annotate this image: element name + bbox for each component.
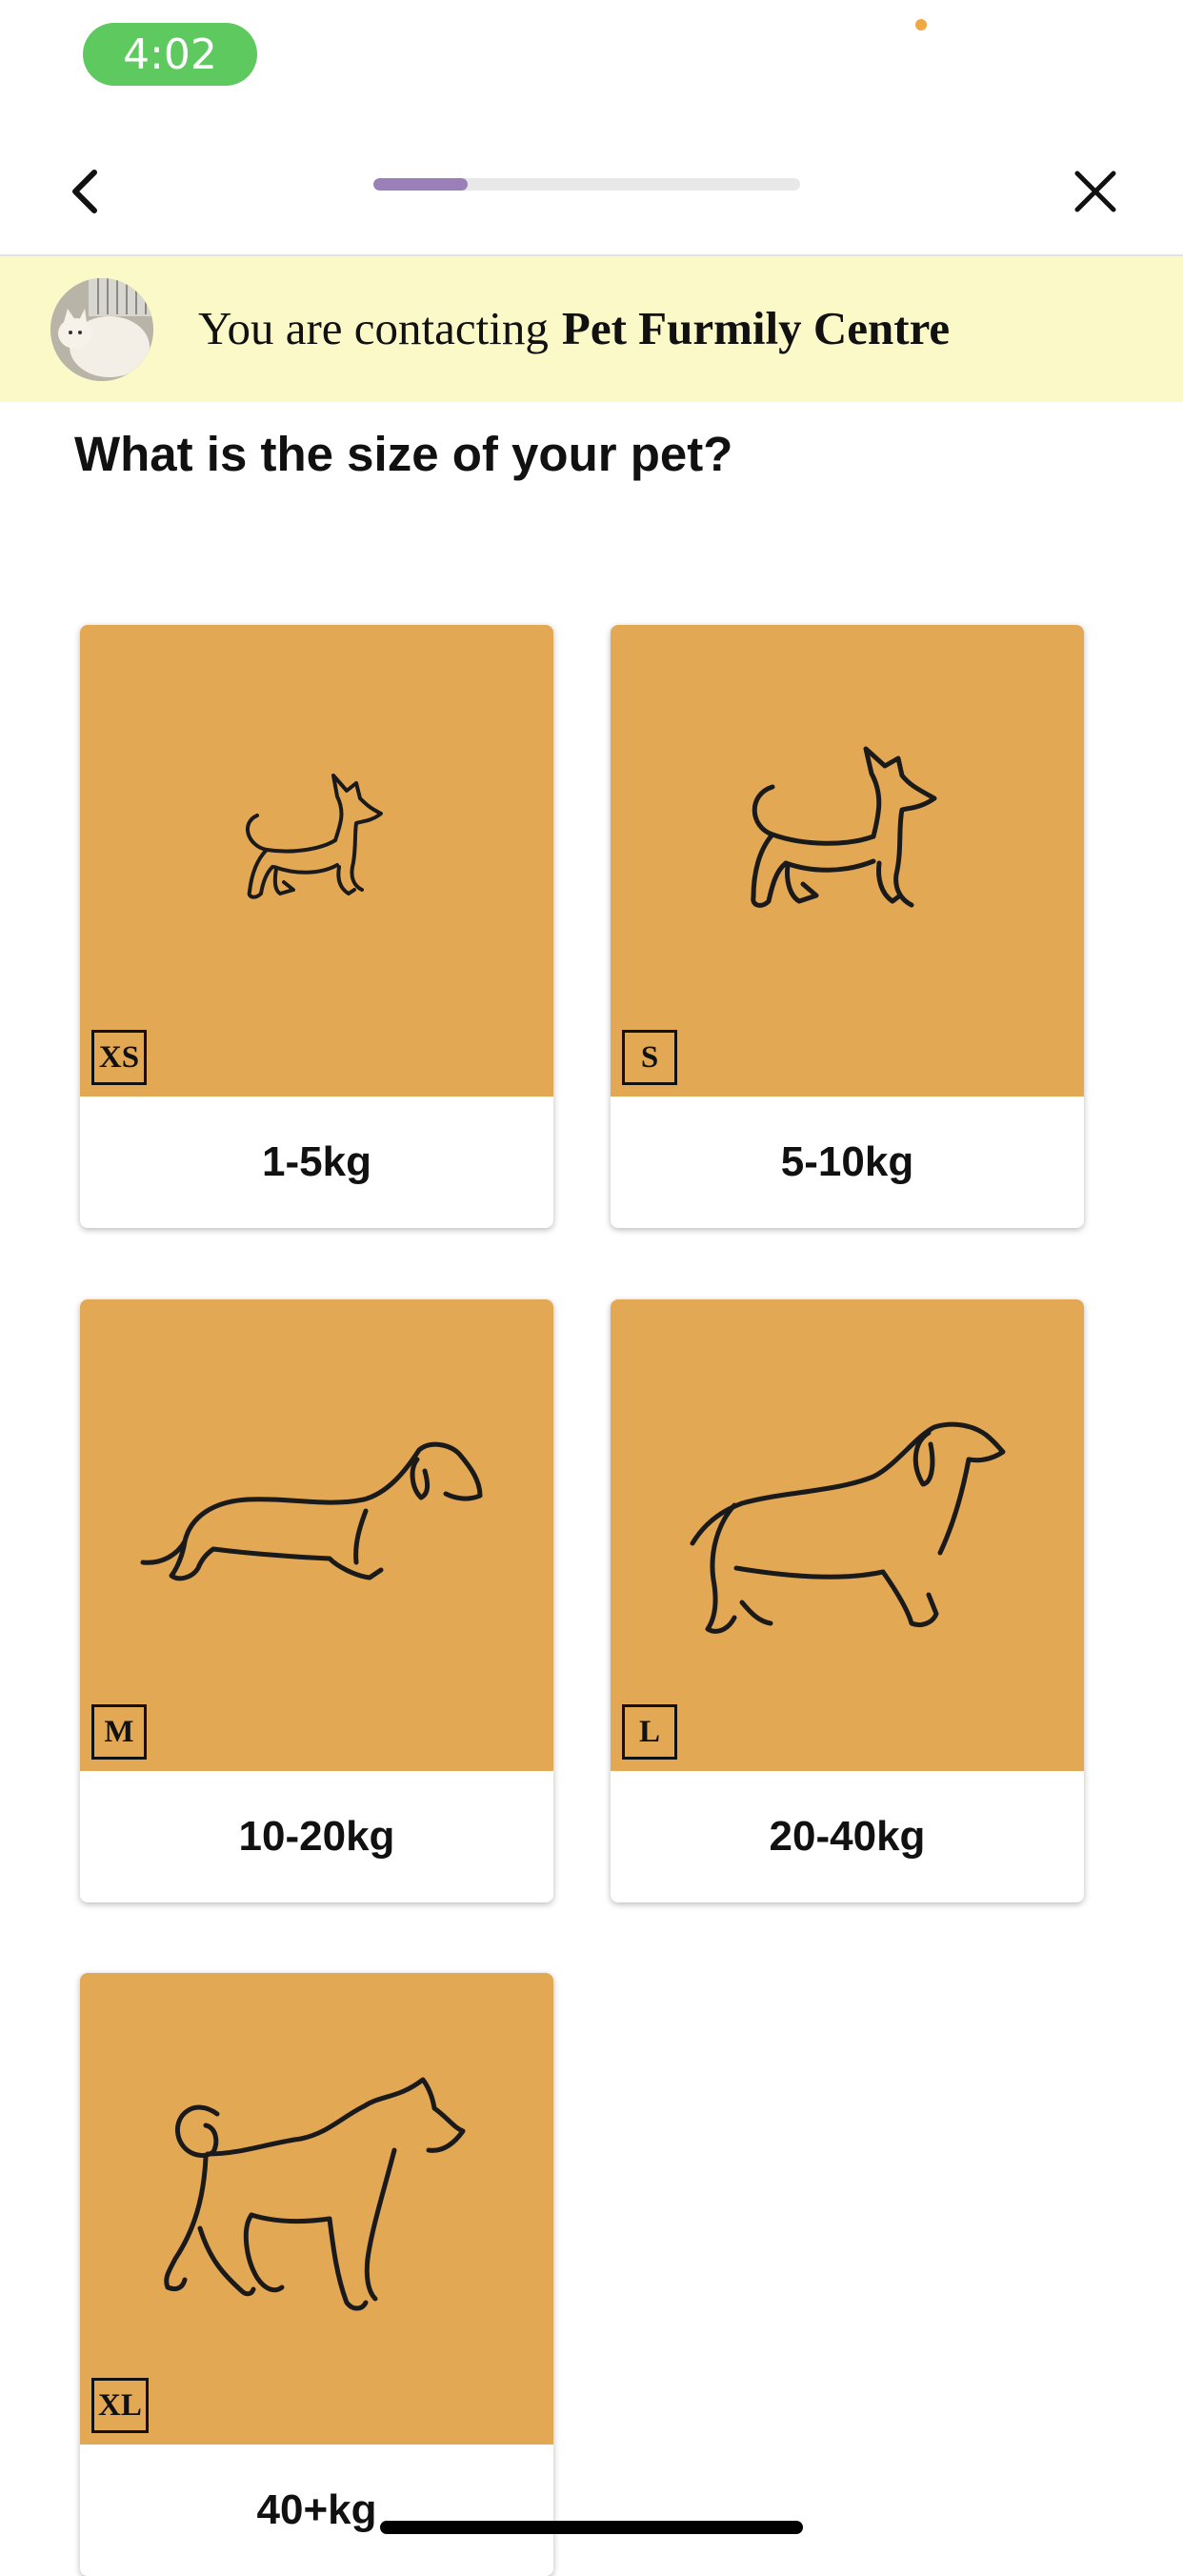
back-button[interactable]	[42, 149, 128, 234]
question-title: What is the size of your pet?	[74, 427, 733, 481]
size-option-l[interactable]: L 20-40kg	[611, 1299, 1084, 1902]
home-indicator	[380, 2521, 803, 2534]
size-option-image: L	[611, 1299, 1084, 1771]
size-badge: XL	[91, 2378, 149, 2433]
weight-label: 10-20kg	[238, 1813, 395, 1860]
business-name: Pet Furmily Centre	[561, 301, 951, 354]
size-option-image: XL	[80, 1973, 553, 2445]
size-badge: XS	[91, 1030, 147, 1085]
chevron-left-icon	[72, 170, 97, 213]
close-button[interactable]	[1053, 149, 1138, 234]
chihuahua-icon	[246, 774, 383, 899]
size-option-image: M	[80, 1299, 553, 1771]
husky-icon	[164, 2077, 466, 2311]
progress-bar-fill	[373, 178, 468, 191]
size-badge: L	[622, 1704, 677, 1760]
size-option-s[interactable]: S 5-10kg	[611, 625, 1084, 1228]
size-option-xl[interactable]: XL 40+kg	[80, 1973, 553, 2576]
spaniel-icon	[690, 1421, 1006, 1634]
weight-label: 20-40kg	[769, 1813, 926, 1860]
weight-label: 40+kg	[256, 2486, 377, 2533]
banner-text: You are contacting Pet Furmily Centre	[198, 294, 950, 361]
weight-label: 5-10kg	[780, 1138, 914, 1185]
status-time: 4:02	[83, 23, 257, 86]
close-icon	[1074, 171, 1116, 212]
progress-bar	[373, 178, 800, 191]
weight-label: 1-5kg	[262, 1138, 371, 1185]
dachshund-icon	[140, 1441, 483, 1581]
size-badge: M	[91, 1704, 147, 1760]
size-option-m[interactable]: M 10-20kg	[80, 1299, 553, 1902]
banner-prefix: You are contacting	[198, 301, 549, 354]
size-option-image: XS	[80, 625, 553, 1097]
size-badge: S	[622, 1030, 677, 1085]
small-dog-icon	[751, 746, 937, 908]
business-avatar	[50, 278, 153, 381]
size-option-image: S	[611, 625, 1084, 1097]
size-option-xs[interactable]: XS 1-5kg	[80, 625, 553, 1228]
recording-indicator-dot	[915, 19, 927, 30]
